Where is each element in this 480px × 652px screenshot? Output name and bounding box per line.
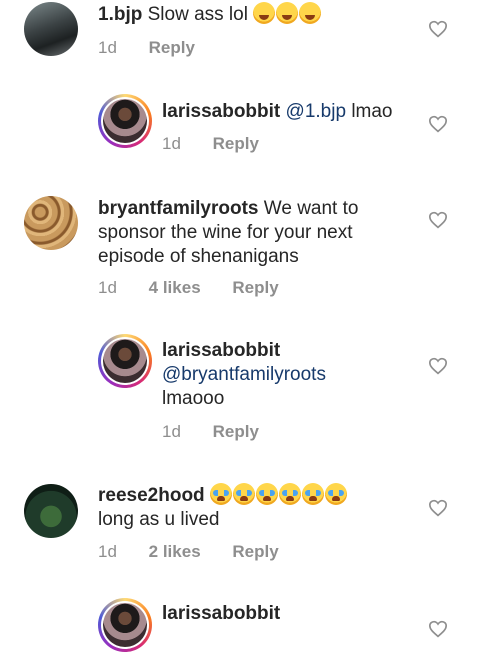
loudly-crying-emoji [209,483,232,505]
avatar[interactable] [98,94,152,148]
comment-meta: 1d Reply [98,38,195,58]
reply-button[interactable]: Reply [213,422,259,441]
likes-count[interactable]: 4 likes [149,278,201,297]
mention-link[interactable]: @1.bjp [286,101,347,122]
avatar[interactable] [24,484,78,538]
comment-meta: 1d Reply [162,134,259,154]
comment-text: Slow ass lol [147,4,248,25]
heart-outline-icon[interactable] [428,211,448,229]
comment-username[interactable]: 1.bjp [98,4,142,25]
comment-body: bryantfamilyroots We want to sponsor the… [98,197,358,269]
comment-body: larissabobbit [162,602,280,626]
comment-text-line: episode of shenanigans [98,246,299,267]
comment-username[interactable]: larissabobbit [162,101,280,122]
reply-button[interactable]: Reply [213,134,259,153]
comment-body: reese2hood long as u lived [98,483,348,532]
heart-outline-icon[interactable] [428,499,448,517]
heart-outline-icon[interactable] [428,357,448,375]
loudly-crying-emoji [301,483,324,505]
mention-link[interactable]: @bryantfamilyroots [162,363,326,387]
comment-meta: 1d Reply [162,422,259,442]
comment-time: 1d [98,278,117,297]
avatar[interactable] [24,196,78,250]
comment-text: long as u lived [98,509,220,530]
comment-text-line: sponsor the wine for your next [98,222,353,243]
loudly-crying-emoji [324,483,347,505]
comment-text-line: We want to [263,198,359,219]
avatar[interactable] [98,598,152,652]
reply-button[interactable]: Reply [149,38,195,57]
comment-time: 1d [98,542,117,561]
comment-username[interactable]: reese2hood [98,485,205,506]
comment-text: lmao [351,101,393,122]
reply-button[interactable]: Reply [232,542,278,561]
avatar[interactable] [24,2,78,56]
heart-outline-icon[interactable] [428,620,448,638]
loudly-crying-emoji [255,483,278,505]
comment-meta: 1d 4 likes Reply [98,278,279,298]
laughing-tears-emoji [253,2,276,24]
comment-username[interactable]: larissabobbit [162,339,326,363]
comment-time: 1d [162,134,181,153]
comment-time: 1d [98,38,117,57]
comment-time: 1d [162,422,181,441]
comment-body: larissabobbit @1.bjp lmao [162,100,393,124]
reply-button[interactable]: Reply [232,278,278,297]
avatar[interactable] [98,334,152,388]
likes-count[interactable]: 2 likes [149,542,201,561]
laughing-tears-emoji [299,2,322,24]
comment-meta: 1d 2 likes Reply [98,542,279,562]
heart-outline-icon[interactable] [428,20,448,38]
comment-username[interactable]: bryantfamilyroots [98,198,258,219]
comment-username[interactable]: larissabobbit [162,603,280,624]
loudly-crying-emoji [232,483,255,505]
loudly-crying-emoji [278,483,301,505]
heart-outline-icon[interactable] [428,115,448,133]
comment-body: larissabobbit @bryantfamilyroots lmaooo [162,339,326,411]
laughing-tears-emoji [276,2,299,24]
comment-text: lmaooo [162,388,225,409]
comment-body: 1.bjp Slow ass lol [98,2,322,27]
